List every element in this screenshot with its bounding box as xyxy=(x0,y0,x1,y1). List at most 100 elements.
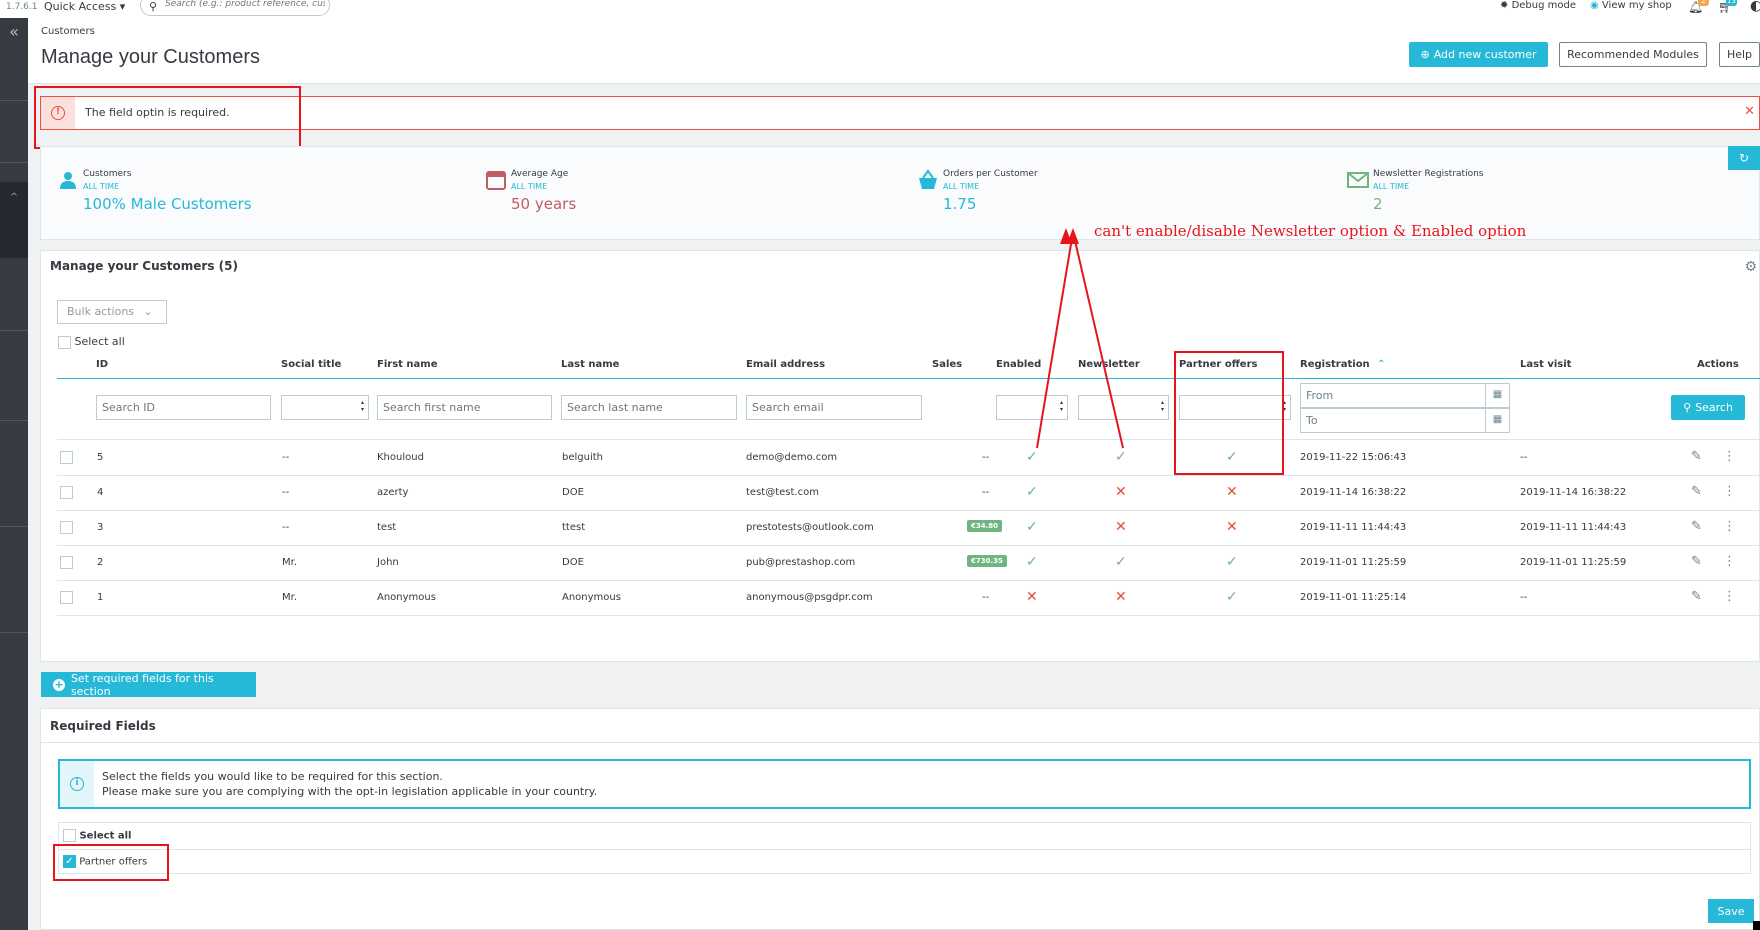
check-icon[interactable]: ✓ xyxy=(1026,554,1038,570)
cell-social-title: -- xyxy=(282,522,290,533)
filter-last-name-input[interactable] xyxy=(561,395,737,420)
column-header-social-title[interactable]: Social title xyxy=(281,359,341,370)
cell-social-title: Mr. xyxy=(282,592,297,603)
gear-icon[interactable]: ⚙ xyxy=(1744,259,1757,275)
required-select-all[interactable]: Select all xyxy=(63,829,131,842)
bulk-actions-dropdown[interactable]: Bulk actions ⌄ xyxy=(57,300,167,324)
cell-sales: -- xyxy=(982,487,990,498)
column-header-first-name[interactable]: First name xyxy=(377,359,437,370)
table-row[interactable]: 5 -- Khouloud belguith demo@demo.com -- ✓ ✓ ✓ 201… xyxy=(57,441,1760,476)
row-select-checkbox[interactable] xyxy=(60,451,73,464)
close-icon[interactable]: ✕ xyxy=(1744,104,1755,119)
row-select-checkbox[interactable] xyxy=(60,591,73,604)
check-icon[interactable]: ✓ xyxy=(1026,519,1038,535)
column-header-last-name[interactable]: Last name xyxy=(561,359,619,370)
table-row[interactable]: 2 Mr. John DOE pub@prestashop.com €730.35 ✓ ✓ ✓ 2… xyxy=(57,546,1760,581)
view-shop-label: View my shop xyxy=(1601,0,1672,11)
info-line-1: Select the fields you would like to be r… xyxy=(102,770,443,783)
plus-circle-icon: ⊕ xyxy=(1420,48,1430,61)
save-button[interactable]: Save xyxy=(1708,899,1754,923)
cell-last-visit: -- xyxy=(1520,592,1528,603)
check-icon[interactable]: ✓ xyxy=(1026,449,1038,465)
refresh-kpi-button[interactable]: ↻ xyxy=(1728,146,1760,170)
notification-badge: 2 xyxy=(1698,0,1709,6)
kpi-period: ALL TIME xyxy=(83,182,120,191)
row-select-checkbox[interactable] xyxy=(60,521,73,534)
cross-icon[interactable]: ✕ xyxy=(1026,589,1038,605)
required-select-all-checkbox[interactable] xyxy=(63,829,76,842)
check-icon[interactable]: ✓ xyxy=(1226,589,1238,605)
check-icon[interactable]: ✓ xyxy=(1115,554,1127,570)
more-actions-icon[interactable]: ⋮ xyxy=(1723,449,1736,464)
edit-pencil-icon[interactable]: ✎ xyxy=(1691,519,1702,534)
cross-icon[interactable]: ✕ xyxy=(1115,484,1127,500)
help-button[interactable]: Help xyxy=(1719,42,1760,67)
filter-registration-to[interactable]: To ▦ xyxy=(1300,408,1510,433)
filter-social-title-select[interactable] xyxy=(281,395,369,420)
search-input[interactable] xyxy=(165,0,325,9)
cell-id: 2 xyxy=(97,557,104,568)
cross-icon[interactable]: ✕ xyxy=(1115,519,1127,535)
edit-pencil-icon[interactable]: ✎ xyxy=(1691,589,1702,604)
collapse-sidebar-icon[interactable]: « xyxy=(0,22,28,41)
cross-icon[interactable]: ✕ xyxy=(1226,484,1238,500)
more-actions-icon[interactable]: ⋮ xyxy=(1723,554,1736,569)
select-all-checkbox[interactable] xyxy=(58,335,71,349)
filter-registration-from[interactable]: From ▦ xyxy=(1300,383,1510,408)
info-icon-box: i xyxy=(60,761,94,807)
column-header-id[interactable]: ID xyxy=(96,359,108,370)
row-checkbox[interactable] xyxy=(60,451,73,464)
table-row[interactable]: 4 -- azerty DOE test@test.com -- ✓ ✕ ✕ 2019-11-14… xyxy=(57,476,1760,511)
edit-pencil-icon[interactable]: ✎ xyxy=(1691,449,1702,464)
column-header-sales[interactable]: Sales xyxy=(932,359,962,370)
filter-first-name-input[interactable] xyxy=(377,395,552,420)
table-row[interactable]: 1 Mr. Anonymous Anonymous anonymous@psgdpr.c… xyxy=(57,581,1760,616)
more-actions-icon[interactable]: ⋮ xyxy=(1723,589,1736,604)
cell-registration: 2019-11-22 15:06:43 xyxy=(1300,452,1407,463)
more-actions-icon[interactable]: ⋮ xyxy=(1723,519,1736,534)
sidebar-active-section[interactable]: ^ xyxy=(0,182,28,258)
column-header-newsletter[interactable]: Newsletter xyxy=(1078,359,1140,370)
breadcrumb[interactable]: Customers xyxy=(41,26,95,37)
row-checkbox[interactable] xyxy=(60,591,73,604)
edit-pencil-icon[interactable]: ✎ xyxy=(1691,554,1702,569)
column-header-registration[interactable]: Registration ⌃ xyxy=(1300,359,1386,370)
column-header-enabled[interactable]: Enabled xyxy=(996,359,1041,370)
global-search[interactable]: ⚲ xyxy=(140,0,330,16)
cross-icon[interactable]: ✕ xyxy=(1115,589,1127,605)
edit-pencil-icon[interactable]: ✎ xyxy=(1691,484,1702,499)
check-icon[interactable]: ✓ xyxy=(1026,484,1038,500)
cell-last-name: ttest xyxy=(562,522,586,533)
row-select-checkbox[interactable] xyxy=(60,486,73,499)
sort-ascending-icon[interactable]: ⌃ xyxy=(1377,359,1385,370)
set-required-fields-button[interactable]: + Set required fields for this section xyxy=(41,672,256,698)
column-header-actions: Actions xyxy=(1697,359,1739,370)
filter-newsletter-select[interactable] xyxy=(1078,395,1169,420)
bulk-actions-label: Bulk actions xyxy=(67,305,135,318)
row-select-checkbox[interactable] xyxy=(60,556,73,569)
row-checkbox[interactable] xyxy=(60,486,73,499)
employee-avatar-icon[interactable]: ◐ xyxy=(1750,0,1760,14)
filter-enabled-select[interactable] xyxy=(996,395,1068,420)
column-header-email[interactable]: Email address xyxy=(746,359,825,370)
debug-mode-link[interactable]: ✹ Debug mode xyxy=(1500,0,1576,11)
search-filter-button[interactable]: ⚲ Search xyxy=(1671,395,1745,420)
row-checkbox[interactable] xyxy=(60,521,73,534)
check-icon[interactable]: ✓ xyxy=(1115,449,1127,465)
calendar-icon[interactable]: ▦ xyxy=(1485,409,1509,432)
recommended-modules-button[interactable]: Recommended Modules xyxy=(1559,42,1707,67)
select-all[interactable]: Select all xyxy=(58,335,125,349)
cell-registration: 2019-11-11 11:44:43 xyxy=(1300,522,1407,533)
filter-id-input[interactable] xyxy=(96,395,271,420)
column-header-last-visit[interactable]: Last visit xyxy=(1520,359,1571,370)
quick-access-menu[interactable]: Quick Access ▾ xyxy=(44,0,125,13)
filter-email-input[interactable] xyxy=(746,395,922,420)
cross-icon[interactable]: ✕ xyxy=(1226,519,1238,535)
view-shop-link[interactable]: ◉ View my shop xyxy=(1590,0,1672,11)
add-new-customer-button[interactable]: ⊕ Add new customer xyxy=(1409,42,1548,67)
row-checkbox[interactable] xyxy=(60,556,73,569)
check-icon[interactable]: ✓ xyxy=(1226,554,1238,570)
more-actions-icon[interactable]: ⋮ xyxy=(1723,484,1736,499)
calendar-icon[interactable]: ▦ xyxy=(1485,384,1509,407)
table-row[interactable]: 3 -- test ttest prestotests@outlook.com €34.8… xyxy=(57,511,1760,546)
